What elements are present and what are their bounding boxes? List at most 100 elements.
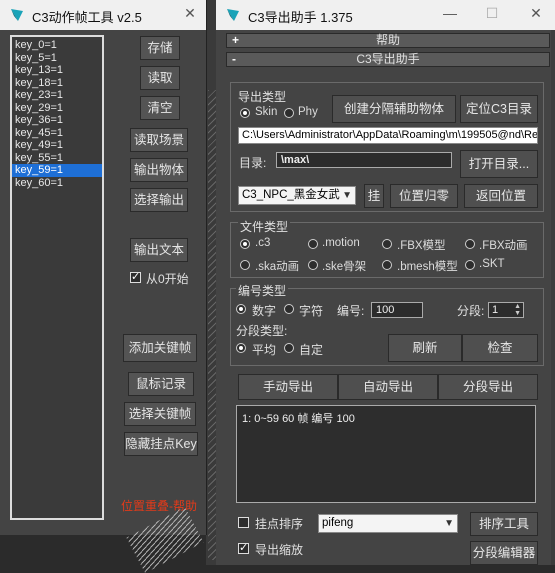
- segment-value: 1: [492, 304, 499, 316]
- read-button[interactable]: 读取: [140, 66, 180, 90]
- locate-c3-dir-button[interactable]: 定位C3目录: [460, 95, 538, 123]
- chevron-down-icon: ▼: [342, 190, 352, 201]
- manual-export-button[interactable]: 手动导出: [238, 374, 338, 400]
- from-zero-label: 从0开始: [146, 272, 189, 286]
- main-rollout-label: C3导出助手: [356, 52, 420, 66]
- average-label: 平均: [252, 343, 277, 357]
- number-field[interactable]: 100: [371, 302, 423, 318]
- export-text-button[interactable]: 输出文本: [130, 238, 188, 262]
- custom-radio[interactable]: [284, 343, 294, 353]
- key-list-item[interactable]: key_23=1: [12, 89, 102, 102]
- digit-label: 数字: [252, 304, 277, 318]
- title-bar: C3动作帧工具 v2.5 ✕: [0, 0, 206, 30]
- char-radio[interactable]: [284, 304, 294, 314]
- sort-tool-button[interactable]: 排序工具: [470, 512, 538, 536]
- number-type-label: 编号类型: [236, 282, 289, 299]
- key-list-item[interactable]: key_55=1: [12, 152, 102, 165]
- app-logo-icon: [11, 9, 23, 21]
- title-bar: C3导出助手 1.375 — ☐ ✕: [216, 0, 555, 30]
- sort-select-value: pifeng: [322, 517, 354, 529]
- create-helper-button[interactable]: 创建分隔辅助物体: [332, 95, 456, 123]
- minimize-icon[interactable]: —: [440, 5, 460, 21]
- npc-select[interactable]: C3_NPC_黑金女武 ▼: [238, 186, 356, 205]
- key-list-item[interactable]: key_36=1: [12, 114, 102, 127]
- file-type-label: 文件类型: [238, 218, 291, 235]
- digit-radio[interactable]: [236, 304, 246, 314]
- file-type-option: .motion: [322, 237, 360, 249]
- key-list-item[interactable]: key_60=1: [12, 177, 102, 190]
- skin-label: Skin: [255, 106, 278, 118]
- help-rollout[interactable]: + 帮助: [226, 33, 550, 48]
- help-rollout-label: 帮助: [375, 33, 400, 47]
- reset-position-button[interactable]: 位置归零: [390, 184, 458, 208]
- main-rollout[interactable]: - C3导出助手: [226, 52, 550, 67]
- number-label: 编号:: [337, 304, 365, 318]
- segment-export-button[interactable]: 分段导出: [438, 374, 538, 400]
- mouse-record-button[interactable]: 鼠标记录: [128, 372, 194, 396]
- scrollbar[interactable]: [551, 30, 555, 565]
- segment-editor-button[interactable]: 分段编辑器: [470, 541, 538, 565]
- key-list-item[interactable]: key_45=1: [12, 127, 102, 140]
- ska-radio[interactable]: [240, 260, 250, 270]
- refresh-button[interactable]: 刷新: [388, 334, 462, 362]
- check-button[interactable]: 检查: [462, 334, 538, 362]
- file-type-option: .c3: [255, 237, 271, 249]
- key-list-item[interactable]: key_49=1: [12, 139, 102, 152]
- average-radio[interactable]: [236, 343, 246, 353]
- select-keyframe-button[interactable]: 选择关键帧: [124, 402, 196, 426]
- skt-radio[interactable]: [465, 260, 475, 270]
- app-logo-icon: [227, 9, 239, 21]
- key-list-item[interactable]: key_59=1: [12, 164, 102, 177]
- key-list-item[interactable]: key_13=1: [12, 64, 102, 77]
- open-dir-button[interactable]: 打开目录...: [460, 150, 538, 178]
- clear-button[interactable]: 清空: [140, 96, 180, 120]
- file-type-option: .ske骨架: [322, 261, 367, 273]
- export-type-label: 导出类型: [238, 90, 287, 104]
- spinner-arrows-icon[interactable]: ▲ ▼: [514, 303, 521, 317]
- close-icon[interactable]: ✕: [526, 5, 546, 22]
- output-textbox[interactable]: 1: 0~59 60 帧 编号 100: [236, 405, 536, 503]
- segment-type-label: 分段类型:: [236, 324, 288, 338]
- hide-hook-key-button[interactable]: 隐藏挂点Key: [124, 432, 198, 456]
- key-list-item[interactable]: key_29=1: [12, 102, 102, 115]
- hook-sort-checkbox[interactable]: [238, 517, 249, 528]
- dir-label: 目录:: [239, 156, 267, 170]
- dir-field[interactable]: \max\: [276, 152, 452, 168]
- file-type-option: .FBX动画: [479, 240, 528, 252]
- key-list-item[interactable]: key_5=1: [12, 52, 102, 65]
- phy-radio[interactable]: [284, 108, 294, 118]
- c3-radio[interactable]: [240, 239, 250, 249]
- export-path-field[interactable]: C:\Users\Administrator\AppData\Roaming\m…: [238, 127, 538, 144]
- file-type-option: .ska动画: [255, 261, 300, 273]
- motion-radio[interactable]: [308, 239, 318, 249]
- maximize-icon[interactable]: ☐: [482, 5, 502, 22]
- close-icon[interactable]: ✕: [180, 5, 200, 22]
- custom-label: 自定: [299, 343, 324, 357]
- c3-keyframe-tool-window: C3动作帧工具 v2.5 ✕ key_0=1 key_5=1 key_13=1 key…: [0, 0, 207, 535]
- key-list-item[interactable]: key_0=1: [12, 39, 102, 52]
- file-type-option: .SKT: [479, 258, 505, 270]
- read-scene-button[interactable]: 读取场景: [130, 128, 188, 152]
- fbx-anim-radio[interactable]: [465, 239, 475, 249]
- file-type-option: .FBX模型: [397, 240, 446, 252]
- ske-radio[interactable]: [308, 260, 318, 270]
- segment-spinner[interactable]: 1 ▲ ▼: [488, 302, 524, 318]
- auto-export-button[interactable]: 自动导出: [338, 374, 438, 400]
- bmesh-radio[interactable]: [382, 260, 392, 270]
- key-list[interactable]: key_0=1 key_5=1 key_13=1 key_18=1 key_23=1 ke…: [10, 35, 104, 520]
- return-position-button[interactable]: 返回位置: [464, 184, 538, 208]
- npc-select-value: C3_NPC_黑金女武: [242, 189, 340, 201]
- key-list-item[interactable]: key_18=1: [12, 77, 102, 90]
- export-scale-checkbox[interactable]: [238, 541, 249, 554]
- export-object-button[interactable]: 输出物体: [130, 158, 188, 182]
- sort-select[interactable]: pifeng ▼: [318, 514, 458, 533]
- from-zero-checkbox[interactable]: [130, 270, 141, 283]
- skin-radio[interactable]: [240, 108, 250, 118]
- save-button[interactable]: 存储: [140, 36, 180, 60]
- add-keyframe-button[interactable]: 添加关键帧: [123, 334, 197, 362]
- export-scale-label: 导出缩放: [255, 543, 304, 557]
- select-export-button[interactable]: 选择输出: [130, 188, 188, 212]
- output-line: 1: 0~59 60 帧 编号 100: [242, 413, 355, 425]
- fbx-model-radio[interactable]: [382, 239, 392, 249]
- hang-button[interactable]: 挂: [364, 184, 384, 208]
